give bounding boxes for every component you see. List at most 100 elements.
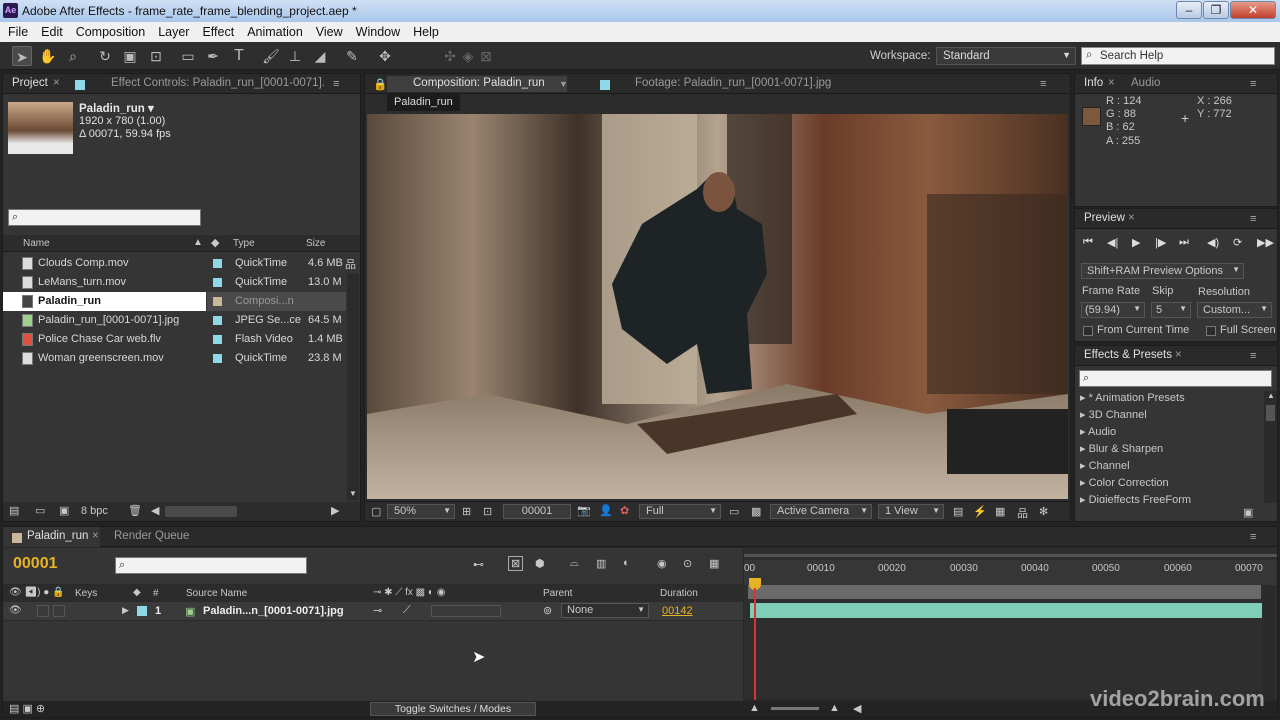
auto-keyframe-icon[interactable]: ⊙ [683, 557, 692, 570]
show-snapshot-icon[interactable]: 👤 [599, 504, 613, 517]
sort-ascending-icon[interactable]: ▲ [193, 237, 203, 248]
brush-tool-icon[interactable]: 🖌 [261, 46, 281, 66]
list-item[interactable]: ▸ Channel [1080, 459, 1130, 472]
shy-switch-icon[interactable]: ⊸ [373, 604, 382, 617]
world-axis-icon[interactable]: ◈ [458, 46, 478, 66]
current-time-field[interactable]: 00001 [503, 504, 571, 519]
list-item[interactable]: ▸ Digieffects FreeForm [1080, 493, 1191, 503]
zoom-slider[interactable] [771, 707, 819, 710]
tab-audio[interactable]: Audio [1131, 77, 1160, 89]
close-tab-icon[interactable]: × [53, 77, 60, 89]
panel-menu-icon[interactable]: ≡ [333, 78, 339, 90]
video-visibility-icon[interactable]: 👁 [9, 605, 22, 616]
close-tab-icon[interactable]: × [1175, 349, 1182, 361]
ram-preview-icon[interactable]: ▶▶ [1257, 236, 1274, 249]
layer-duration-bar[interactable] [750, 603, 1262, 618]
list-item[interactable]: Police Chase Car web.flv Flash Video 1.4 M… [3, 330, 346, 349]
composition-mini-flowchart-icon[interactable]: ⊷ [473, 558, 484, 571]
column-size[interactable]: Size [306, 238, 325, 249]
switches-header-icon[interactable]: ⊸ ✱ ⟋ fx ▩ ◐ ◉ [373, 587, 445, 598]
tab-composition[interactable]: Composition: Paladin_run [413, 77, 545, 89]
label-color[interactable] [213, 354, 222, 363]
hand-tool-icon[interactable]: ✋ [38, 46, 58, 66]
layer-label-color[interactable] [137, 606, 147, 616]
menu-help[interactable]: Help [413, 25, 439, 39]
menu-window[interactable]: Window [356, 25, 400, 39]
toggle-switches-modes-button[interactable]: Toggle Switches / Modes [370, 702, 536, 716]
flowchart-icon[interactable]: 品 [1017, 505, 1028, 521]
column-name[interactable]: Name [23, 238, 50, 249]
composition-viewer[interactable] [367, 114, 1068, 499]
from-current-time-checkbox[interactable] [1083, 326, 1093, 336]
frame-blending-icon[interactable]: ▥ [596, 557, 606, 570]
menu-effect[interactable]: Effect [202, 25, 234, 39]
rectangle-tool-icon[interactable]: ▭ [178, 46, 198, 66]
frame-rate-dropdown[interactable]: (59.94) ▼ [1081, 302, 1145, 318]
new-folder-icon[interactable]: ▭ [35, 504, 45, 517]
tab-preview[interactable]: Preview [1084, 212, 1125, 224]
draft-3d-icon[interactable]: ⬢ [535, 557, 545, 570]
parent-dropdown[interactable]: None ▼ [561, 603, 649, 618]
layer-switches[interactable] [431, 605, 501, 617]
skip-dropdown[interactable]: 5 ▼ [1151, 302, 1191, 318]
scroll-left-icon[interactable]: ◀ [853, 702, 861, 715]
time-ruler[interactable]: 00 00010 00020 00030 00040 00050 00060 0… [744, 560, 1277, 585]
list-item[interactable]: Woman greenscreen.mov QuickTime 23.8 M [3, 349, 346, 368]
view-layout-dropdown[interactable]: 1 View ▼ [878, 504, 944, 519]
hide-shy-layers-icon[interactable]: ⌓ [570, 557, 579, 570]
motion-blur-icon[interactable]: ◐ [623, 557, 630, 569]
scroll-up-icon[interactable]: ▲ [1267, 391, 1275, 400]
label-column-icon[interactable]: ◆ [133, 587, 141, 598]
timeline-graph-area[interactable]: 00 00010 00020 00030 00040 00050 00060 0… [744, 548, 1277, 700]
expand-pane-icon[interactable]: ▤ ▣ ⊕ [9, 702, 45, 715]
quality-switch-icon[interactable]: ⟋ [403, 604, 411, 617]
horizontal-scroll-thumb[interactable] [165, 506, 237, 517]
layer-name[interactable]: Paladin...n_[0001-0071].jpg [203, 605, 344, 617]
menu-layer[interactable]: Layer [158, 25, 189, 39]
play-icon[interactable]: ▶ [1132, 236, 1140, 249]
axis-mode-icon[interactable]: ✣ [440, 46, 460, 66]
rotation-tool-icon[interactable]: ↻ [95, 46, 115, 66]
brainstorm-icon[interactable]: ◉ [657, 557, 667, 570]
list-item-selected-details[interactable]: Composi...n [207, 292, 346, 311]
layer-duration[interactable]: 00142 [662, 605, 693, 617]
panel-menu-icon[interactable]: ≡ [1040, 78, 1046, 90]
ram-preview-options-dropdown[interactable]: Shift+RAM Preview Options ▼ [1081, 263, 1244, 279]
previous-frame-icon[interactable]: ◀| [1107, 236, 1118, 249]
pick-whip-icon[interactable]: ⊚ [543, 604, 552, 617]
interpret-footage-icon[interactable]: ▤ [9, 504, 19, 517]
type-tool-icon[interactable]: T [229, 46, 249, 66]
menu-view[interactable]: View [316, 25, 343, 39]
workspace-dropdown[interactable]: Standard ▼ [936, 47, 1076, 65]
full-screen-checkbox[interactable] [1206, 326, 1216, 336]
panel-menu-icon[interactable]: ≡ [1250, 531, 1256, 543]
panel-menu-icon[interactable]: ≡ [1250, 78, 1256, 90]
menu-composition[interactable]: Composition [76, 25, 145, 39]
first-frame-icon[interactable]: ⏮ [1083, 236, 1093, 249]
solo-switch[interactable] [37, 605, 49, 617]
zoom-in-icon[interactable]: ▲ [829, 702, 840, 714]
list-item[interactable]: ▸ Audio [1080, 425, 1116, 438]
resolution-dropdown[interactable]: Custom... ▼ [1197, 302, 1272, 318]
list-item[interactable]: Clouds Comp.mov QuickTime 4.6 MB [3, 254, 346, 273]
column-type[interactable]: Type [233, 238, 255, 249]
resolution-dropdown[interactable]: Full ▼ [639, 504, 721, 519]
tab-footage[interactable]: Footage: Paladin_run_[0001-0071].jpg [635, 77, 831, 89]
label-color[interactable] [213, 259, 222, 268]
menu-edit[interactable]: Edit [41, 25, 63, 39]
eraser-tool-icon[interactable]: ◢ [310, 46, 330, 66]
project-search-input[interactable]: ⌕ [8, 209, 201, 226]
chevron-down-icon[interactable]: ▼ [559, 79, 568, 89]
view-axis-icon[interactable]: ⊠ [476, 46, 496, 66]
list-item[interactable]: Paladin_run_[0001-0071].jpg JPEG Se...ce 6… [3, 311, 346, 330]
av-features-icon[interactable]: 👁 ◀) ● 🔒 [9, 587, 65, 598]
column-source-name[interactable]: Source Name [186, 588, 247, 599]
list-item[interactable]: LeMans_turn.mov QuickTime 13.0 M [3, 273, 346, 292]
bit-depth-button[interactable]: 8 bpc [81, 505, 108, 517]
list-item[interactable]: ▸ Color Correction [1080, 476, 1169, 489]
search-help-input[interactable]: ⌕ Search Help [1081, 47, 1275, 65]
close-tab-icon[interactable]: × [1128, 212, 1135, 224]
label-color[interactable] [213, 278, 222, 287]
roto-brush-tool-icon[interactable]: ✎ [342, 46, 362, 66]
toggle-pixel-aspect-icon[interactable]: ▤ [953, 505, 963, 518]
